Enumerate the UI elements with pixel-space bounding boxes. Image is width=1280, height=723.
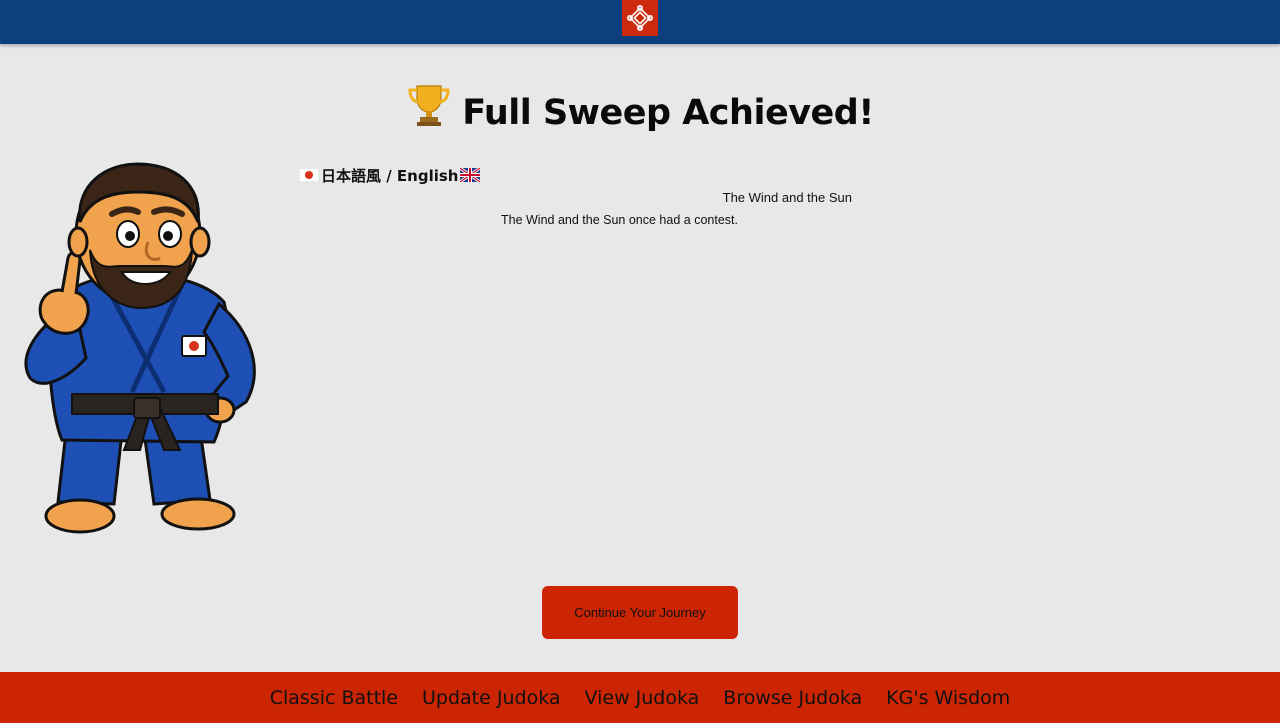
language-toggle-label: 日本語風 / English <box>321 166 459 185</box>
language-toggle[interactable]: 日本語風 / English <box>298 164 482 186</box>
footer-link-kgs-wisdom[interactable]: KG's Wisdom <box>886 687 1010 709</box>
footer-link-view-judoka[interactable]: View Judoka <box>585 687 700 709</box>
page-title: Full Sweep Achieved! <box>0 82 1280 137</box>
story-title: The Wind and the Sun <box>722 190 852 205</box>
trophy-icon <box>406 82 452 137</box>
uk-flag-icon <box>459 166 482 184</box>
continue-journey-button[interactable]: Continue Your Journey <box>542 586 738 639</box>
page-title-text: Full Sweep Achieved! <box>462 93 874 133</box>
footer-link-classic-battle[interactable]: Classic Battle <box>270 687 398 709</box>
knot-emblem-icon[interactable] <box>622 0 658 36</box>
japan-flag-icon <box>298 167 320 183</box>
footer-link-browse-judoka[interactable]: Browse Judoka <box>723 687 862 709</box>
judoka-mascot <box>14 162 268 540</box>
story-body: The Wind and the Sun once had a contest. <box>501 213 738 227</box>
top-header <box>0 0 1280 44</box>
footer-link-update-judoka[interactable]: Update Judoka <box>422 687 561 709</box>
footer-nav: Classic Battle Update Judoka View Judoka… <box>0 672 1280 723</box>
